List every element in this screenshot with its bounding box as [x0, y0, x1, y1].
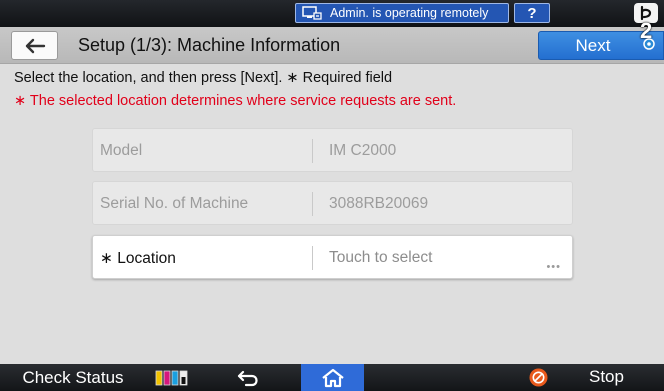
- page-title: Setup (1/3): Machine Information: [78, 35, 341, 55]
- field-label: Model: [100, 142, 143, 159]
- remote-operation-indicator[interactable]: Admin. is operating remotely: [295, 3, 509, 23]
- gear-icon: [643, 38, 655, 50]
- warning-text: ∗ The selected location determines where…: [14, 93, 457, 109]
- back-arrow-icon: [25, 38, 45, 53]
- field-label: Serial No. of Machine: [100, 195, 249, 212]
- field-label: ∗ Location: [100, 250, 176, 267]
- remote-monitor-icon: [302, 6, 322, 20]
- field-serial-number: Serial No. of Machine 3088RB20069: [92, 181, 573, 225]
- divider: [312, 192, 313, 216]
- divider: [312, 246, 313, 270]
- home-button[interactable]: [301, 364, 364, 391]
- stop-button[interactable]: Stop: [515, 364, 664, 391]
- title-bar: Setup (1/3): Machine Information Next: [0, 27, 664, 64]
- field-model: Model IM C2000: [92, 128, 573, 172]
- stop-label: Stop: [589, 367, 624, 386]
- bottom-bar: Check Status Stop: [0, 364, 664, 391]
- check-status-button[interactable]: Check Status: [0, 364, 146, 391]
- divider: [312, 139, 313, 163]
- stop-icon: [529, 368, 548, 387]
- undo-arrow-icon: [237, 370, 258, 386]
- more-options-icon[interactable]: •••: [546, 261, 561, 273]
- home-icon: [321, 368, 344, 387]
- help-button[interactable]: ?: [514, 3, 550, 23]
- toner-icon[interactable]: [155, 370, 191, 386]
- field-location[interactable]: ∗ Location Touch to select •••: [92, 235, 573, 279]
- location-select[interactable]: Touch to select: [329, 249, 432, 267]
- field-value: IM C2000: [329, 142, 397, 159]
- instruction-text: Select the location, and then press [Nex…: [14, 70, 393, 86]
- field-value: 3088RB20069: [329, 195, 429, 212]
- remote-operation-text: Admin. is operating remotely: [330, 6, 489, 20]
- back-button[interactable]: [11, 31, 58, 60]
- bottom-back-button[interactable]: [222, 364, 276, 391]
- status-bar: Admin. is operating remotely ?: [0, 0, 664, 27]
